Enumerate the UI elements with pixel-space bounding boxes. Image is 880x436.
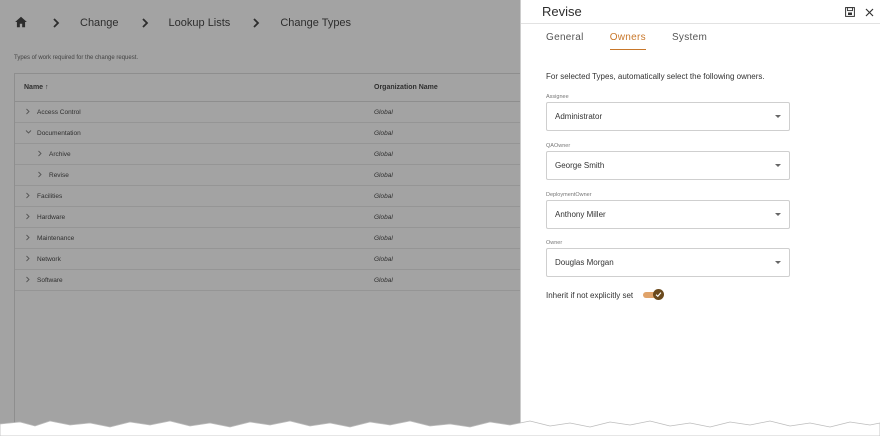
tab-general[interactable]: General <box>546 32 584 50</box>
row-organization: Global <box>374 192 393 200</box>
panel-title: Revise <box>542 4 582 19</box>
check-icon <box>653 289 665 300</box>
breadcrumb: Change Lookup Lists Change Types <box>14 12 373 34</box>
dropdown-caret-icon <box>775 164 781 167</box>
owner-select[interactable]: Douglas Morgan <box>546 248 790 277</box>
home-icon[interactable] <box>14 15 30 31</box>
deploymentowner-value: Anthony Miller <box>555 210 606 219</box>
qaowner-field: QAOwner George Smith <box>546 143 790 180</box>
chevron-right-icon[interactable] <box>24 255 32 264</box>
row-name: Network <box>37 255 61 263</box>
inherit-row: Inherit if not explicitly set <box>546 289 665 300</box>
row-name: Access Control <box>37 108 81 116</box>
row-organization: Global <box>374 234 393 242</box>
chevron-right-icon[interactable] <box>24 276 32 285</box>
row-organization: Global <box>374 171 393 179</box>
close-icon[interactable] <box>865 4 874 22</box>
row-name-cell: Maintenance <box>15 234 365 243</box>
chevron-right-icon <box>141 18 149 28</box>
chevron-down-icon[interactable] <box>24 129 32 137</box>
column-header-name[interactable]: Name ↑ <box>15 84 365 91</box>
row-name: Maintenance <box>37 234 75 242</box>
row-organization: Global <box>374 150 393 158</box>
page-description: Types of work required for the change re… <box>14 55 139 61</box>
owner-value: Douglas Morgan <box>555 258 614 267</box>
deploymentowner-field: DeploymentOwner Anthony Miller <box>546 192 790 229</box>
qaowner-value: George Smith <box>555 161 605 170</box>
qaowner-label: QAOwner <box>546 143 571 149</box>
deploymentowner-label: DeploymentOwner <box>546 192 592 198</box>
row-name-cell: Revise <box>15 171 365 180</box>
row-name-cell: Hardware <box>15 213 365 222</box>
row-name: Facilities <box>37 192 63 200</box>
row-name: Hardware <box>37 213 66 221</box>
dropdown-caret-icon <box>775 115 781 118</box>
row-name: Revise <box>49 171 69 179</box>
breadcrumb-item-change-types: Change Types <box>280 17 352 29</box>
tab-system[interactable]: System <box>672 32 707 50</box>
row-name: Documentation <box>37 129 81 137</box>
chevron-right-icon[interactable] <box>24 108 32 117</box>
chevron-right-icon[interactable] <box>36 150 44 159</box>
chevron-right-icon[interactable] <box>24 213 32 222</box>
dropdown-caret-icon <box>775 261 781 264</box>
change-types-grid: Name ↑ Organization Name Access Control G… <box>14 73 520 433</box>
row-organization: Global <box>374 213 393 221</box>
assignee-label: Assignee <box>546 94 569 100</box>
row-name-cell: Access Control <box>15 108 365 117</box>
breadcrumb-item-lookup-lists[interactable]: Lookup Lists <box>169 17 231 29</box>
panel-header: Revise <box>521 0 880 24</box>
table-row[interactable]: Archive Global <box>15 144 520 165</box>
inherit-label: Inherit if not explicitly set <box>546 290 634 300</box>
chevron-right-icon[interactable] <box>24 192 32 201</box>
tab-owners[interactable]: Owners <box>609 32 646 50</box>
inherit-toggle[interactable] <box>643 289 665 300</box>
table-row[interactable]: Access Control Global <box>15 102 520 123</box>
row-name-cell: Software <box>15 276 365 285</box>
owner-field: Owner Douglas Morgan <box>546 240 790 277</box>
row-organization: Global <box>374 255 393 263</box>
table-row[interactable]: Facilities Global <box>15 186 520 207</box>
edit-panel: Revise General Owners System For selecte… <box>520 0 880 436</box>
row-organization: Global <box>374 276 393 284</box>
chevron-right-icon[interactable] <box>36 171 44 180</box>
save-icon[interactable] <box>845 4 855 22</box>
dropdown-caret-icon <box>775 213 781 216</box>
panel-tabs: General Owners System <box>546 32 707 50</box>
row-name-cell: Documentation <box>15 129 365 137</box>
row-name-cell: Archive <box>15 150 365 159</box>
row-name: Software <box>37 276 63 284</box>
row-name-cell: Facilities <box>15 192 365 201</box>
owners-intro-text: For selected Types, automatically select… <box>546 72 765 81</box>
chevron-right-icon <box>52 18 60 28</box>
assignee-value: Administrator <box>555 112 603 121</box>
assignee-select[interactable]: Administrator <box>546 102 790 131</box>
qaowner-select[interactable]: George Smith <box>546 151 790 180</box>
table-row[interactable]: Network Global <box>15 249 520 270</box>
chevron-right-icon <box>252 18 260 28</box>
row-name-cell: Network <box>15 255 365 264</box>
table-row[interactable]: Maintenance Global <box>15 228 520 249</box>
chevron-right-icon[interactable] <box>24 234 32 243</box>
torn-edge <box>0 420 880 436</box>
grid-header: Name ↑ Organization Name <box>15 73 520 102</box>
table-row[interactable]: Documentation Global <box>15 123 520 144</box>
assignee-field: Assignee Administrator <box>546 94 790 131</box>
panel-actions <box>845 4 874 22</box>
owner-label: Owner <box>546 240 563 246</box>
column-header-organization[interactable]: Organization Name <box>365 84 438 91</box>
row-organization: Global <box>374 129 393 137</box>
row-organization: Global <box>374 108 393 116</box>
table-row[interactable]: Software Global <box>15 270 520 291</box>
table-row[interactable]: Hardware Global <box>15 207 520 228</box>
breadcrumb-item-change[interactable]: Change <box>80 17 119 29</box>
table-row[interactable]: Revise Global <box>15 165 520 186</box>
deploymentowner-select[interactable]: Anthony Miller <box>546 200 790 229</box>
row-name: Archive <box>49 150 71 158</box>
